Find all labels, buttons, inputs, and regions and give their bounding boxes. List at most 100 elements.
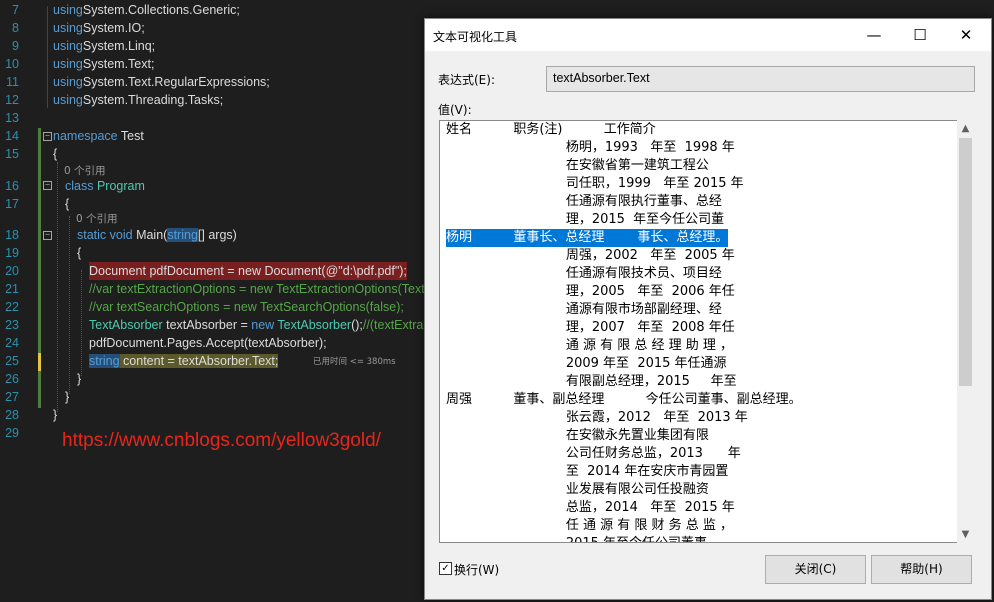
value-text-line: 理，2005 年至 2006 年任: [446, 284, 735, 299]
value-text-line: 任通源有限技术员、项目经: [446, 266, 722, 281]
code-text: {: [65, 197, 70, 211]
collapse-icon[interactable]: −: [43, 132, 52, 141]
value-text-line: 任通源有限执行董事、总经: [446, 194, 722, 209]
vertical-scrollbar[interactable]: ▲ ▼: [957, 120, 974, 543]
value-text-area[interactable]: 姓名 职务(注) 工作简介 杨明，1993 年至 1998 年 在安徽省第一建筑…: [439, 120, 959, 543]
code-line[interactable]: 8 usingSystem.IO;: [0, 19, 440, 37]
code-line[interactable]: 12 usingSystem.Threading.Tasks;: [0, 91, 440, 109]
code-line[interactable]: 23 TextAbsorber textAbsorber = new TextAb…: [0, 316, 440, 334]
value-text-line: 周强，2002 年至 2005 年: [446, 248, 735, 263]
code-line[interactable]: 7 usingSystem.Collections.Generic;: [0, 1, 440, 19]
value-text-line: 2009 年至 2015 年任通源: [446, 356, 727, 371]
wrap-label[interactable]: 换行(W): [454, 561, 499, 578]
reference-count[interactable]: 0 个引用: [64, 162, 106, 180]
code-line[interactable]: 27}: [0, 388, 440, 406]
line-number: 22: [5, 300, 19, 314]
line-number: 16: [5, 179, 19, 193]
code-line[interactable]: 21 //var textExtractionOptions = new Text…: [0, 280, 454, 298]
expression-field[interactable]: textAbsorber.Text: [546, 66, 975, 92]
value-text-line: 杨明 董事长、总经理 事长、总经理。: [446, 229, 729, 247]
code-line[interactable]: 26}: [0, 370, 440, 388]
code-text: //var textSearchOptions = new TextSearch…: [89, 300, 404, 314]
close-icon[interactable]: ✕: [943, 19, 989, 51]
code-text: string content = textAbsorber.Text;: [89, 354, 279, 368]
code-line[interactable]: 9 usingSystem.Linq;: [0, 37, 440, 55]
indent-guide: [69, 216, 70, 394]
line-number: 12: [5, 93, 19, 107]
value-text-line: 杨明，1993 年至 1998 年: [446, 140, 735, 155]
value-text-line: 通 源 有 限 总 经 理 助 理 ，: [446, 338, 734, 353]
dialog-title: 文本可视化工具: [433, 30, 518, 44]
wrap-checkbox[interactable]: ✓: [439, 562, 452, 575]
code-text: static void Main(string[] args): [77, 228, 237, 242]
line-number: 14: [5, 129, 19, 143]
value-text-line: 理，2015 年至今任公司董: [446, 212, 725, 227]
value-text-line: 周强 董事、副总经理 今任公司董事、副总经理。: [446, 392, 802, 407]
code-line[interactable]: 20 Document pdfDocument = new Document(@"…: [0, 262, 440, 280]
value-text-line: 姓名 职务(注) 工作简介: [446, 122, 656, 137]
value-text-line: 在安徽永先置业集团有限: [446, 428, 709, 443]
minimize-icon[interactable]: —: [851, 19, 897, 51]
value-label: 值(V):: [438, 103, 472, 117]
code-line[interactable]: 19 {: [0, 244, 440, 262]
value-text-line: 2015 年至今任公司董事: [446, 535, 707, 542]
code-text: usingSystem.Collections.Generic;: [53, 3, 240, 17]
code-line[interactable]: 11 usingSystem.Text.RegularExpressions;: [0, 73, 440, 91]
value-text-line: 公司任财务总监，2013 年: [446, 446, 741, 461]
line-number: 19: [5, 246, 19, 260]
code-text: pdfDocument.Pages.Accept(textAbsorber);: [89, 336, 327, 350]
line-number: 15: [5, 147, 19, 161]
line-number: 27: [5, 390, 19, 404]
code-text: Document pdfDocument = new Document(@"d:…: [89, 262, 407, 280]
line-number: 13: [5, 111, 19, 125]
scroll-up-icon[interactable]: ▲: [957, 120, 974, 137]
code-line[interactable]: 14 namespace Test: [0, 127, 440, 145]
code-text: usingSystem.Linq;: [53, 39, 156, 53]
line-number: 18: [5, 228, 19, 242]
indent-guide: [57, 162, 58, 412]
change-bar-modified: [38, 353, 41, 371]
line-number: 23: [5, 318, 19, 332]
code-line[interactable]: 13: [0, 109, 440, 127]
line-number: 17: [5, 197, 19, 211]
value-text-line: 总监，2014 年至 2015 年: [446, 500, 735, 515]
indent-guide: [47, 6, 48, 108]
value-text-line: 理，2007 年至 2008 年任: [446, 320, 735, 335]
value-text-line: 司任职，1999 年至 2015 年: [446, 176, 744, 191]
code-line[interactable]: 24 pdfDocument.Pages.Accept(textAbsorber)…: [0, 334, 440, 352]
elapsed-time-hint: 已用时间 <= 380ms: [313, 357, 396, 367]
scroll-thumb[interactable]: [959, 138, 972, 386]
blog-url-watermark: https://www.cnblogs.com/yellow3gold/: [62, 430, 381, 451]
code-line[interactable]: 22 //var textSearchOptions = new TextSear…: [0, 298, 440, 316]
collapse-icon[interactable]: −: [43, 231, 52, 240]
code-line[interactable]: 25 string content = textAbsorber.Text; 已用时…: [0, 352, 440, 370]
line-number: 10: [5, 57, 19, 71]
code-text: {: [77, 246, 82, 260]
code-text: usingSystem.Text;: [53, 57, 155, 71]
help-button[interactable]: 帮助(H): [871, 555, 972, 584]
line-number: 9: [12, 39, 19, 53]
value-text-line: 在安徽省第一建筑工程公: [446, 158, 709, 173]
maximize-icon[interactable]: ☐: [897, 19, 943, 51]
line-number: 21: [5, 282, 19, 296]
value-text-line: 业发展有限公司任投融资: [446, 482, 709, 497]
line-number: 26: [5, 372, 19, 386]
expression-label: 表达式(E):: [438, 73, 495, 87]
scroll-down-icon[interactable]: ▼: [957, 526, 974, 543]
close-button[interactable]: 关闭(C): [765, 555, 866, 584]
line-number: 8: [12, 21, 19, 35]
reference-count[interactable]: 0 个引用: [76, 210, 118, 228]
line-number: 24: [5, 336, 19, 350]
code-line[interactable]: 15 {: [0, 145, 440, 163]
line-number: 20: [5, 264, 19, 278]
collapse-icon[interactable]: −: [43, 181, 52, 190]
value-text-line: 张云霞，2012 年至 2013 年: [446, 410, 748, 425]
code-text: TextAbsorber textAbsorber = new TextAbso…: [89, 318, 424, 332]
line-number: 7: [12, 3, 19, 17]
code-line[interactable]: 28}: [0, 406, 440, 424]
title-bar[interactable]: 文本可视化工具 — ☐ ✕: [425, 19, 991, 51]
code-line[interactable]: 10 usingSystem.Text;: [0, 55, 440, 73]
code-line[interactable]: 18 static void Main(string[] args): [0, 226, 440, 244]
code-line[interactable]: 17 {: [0, 195, 440, 213]
expression-value: textAbsorber.Text: [553, 71, 650, 85]
